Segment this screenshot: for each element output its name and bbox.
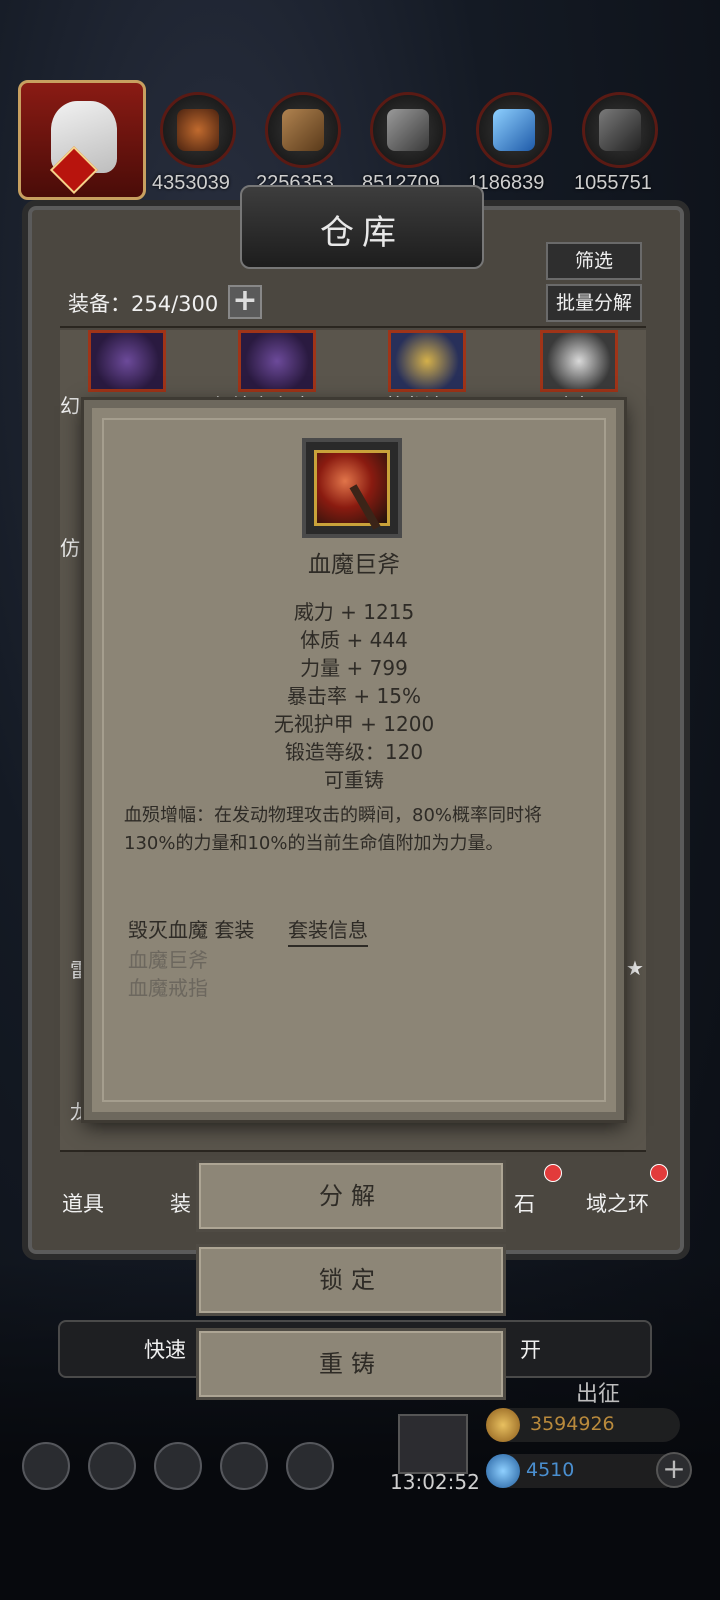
set-item: 血魔戒指	[128, 976, 208, 1000]
tab-stones[interactable]: 石	[514, 1188, 535, 1218]
star-menu-icon[interactable]	[88, 1442, 136, 1490]
resource-ore-icon[interactable]	[160, 92, 236, 168]
axe-icon	[314, 450, 390, 530]
item-stat: 可重铸	[324, 768, 384, 792]
resource-ore-count: 4353039	[152, 172, 230, 194]
tab-equipment[interactable]: 装	[170, 1188, 191, 1218]
mail-icon[interactable]	[220, 1442, 268, 1490]
leave-button[interactable]: 开	[520, 1334, 541, 1364]
star-icon: ★	[626, 956, 644, 980]
tab-items[interactable]: 道具	[62, 1188, 104, 1218]
batch-decompose-button[interactable]: 批量分解	[546, 284, 642, 322]
expand-capacity-button[interactable]: +	[228, 285, 262, 319]
clock-time: 13:02:52	[390, 1470, 480, 1494]
item-stat: 无视护甲 + 1200	[273, 712, 435, 736]
item-slot[interactable]	[88, 330, 166, 392]
item-slot[interactable]	[388, 330, 466, 392]
resource-crystal-icon[interactable]	[476, 92, 552, 168]
item-slot[interactable]	[238, 330, 316, 392]
blue-gem-icon	[486, 1454, 520, 1488]
item-stat: 锻造等级：120	[284, 740, 424, 764]
divider	[60, 326, 646, 328]
gem-amount: 4510	[526, 1459, 575, 1481]
divider	[60, 1150, 646, 1152]
item-description: 血殒增幅：在发动物理攻击的瞬间，80%概率同时将130%的力量和10%的当前生命…	[124, 805, 543, 854]
item-label: 幻	[60, 394, 80, 418]
settings-icon[interactable]	[22, 1442, 70, 1490]
lock-button[interactable]: 锁定	[196, 1244, 506, 1316]
guild-icon[interactable]	[154, 1442, 202, 1490]
set-info-link[interactable]: 套装信息	[288, 914, 368, 947]
resource-wood-icon[interactable]	[265, 92, 341, 168]
tab-domain-ring[interactable]: 域之环	[586, 1188, 649, 1218]
notification-dot	[544, 1164, 562, 1182]
set-item: 血魔巨斧	[128, 948, 208, 972]
item-stat: 威力 + 1215	[293, 600, 415, 624]
equip-capacity: 装备：254/300	[68, 292, 219, 316]
expedition-label[interactable]: 出征	[576, 1376, 620, 1408]
item-stat: 体质 + 444	[300, 628, 408, 652]
item-stat: 暴击率 + 15%	[287, 684, 421, 708]
reforge-button[interactable]: 重铸	[196, 1328, 506, 1400]
add-currency-button[interactable]: +	[656, 1452, 692, 1488]
item-stat: 力量 + 799	[300, 656, 408, 680]
player-avatar[interactable]	[18, 80, 146, 200]
item-label: 仿	[60, 536, 80, 560]
warehouse-title: 仓库	[320, 213, 404, 253]
item-name: 血魔巨斧	[308, 552, 400, 578]
item-icon-frame	[302, 438, 402, 538]
set-name: 毁灭血魔 套装	[128, 918, 255, 942]
resource-steel-count: 1055751	[574, 172, 652, 194]
decompose-button[interactable]: 分解	[196, 1160, 506, 1232]
filter-button[interactable]: 筛选	[546, 242, 642, 280]
gift-icon[interactable]	[398, 1414, 468, 1474]
resource-iron-icon[interactable]	[370, 92, 446, 168]
gold-coin-icon	[486, 1408, 520, 1442]
handshake-icon[interactable]	[286, 1442, 334, 1490]
quick-button[interactable]: 快速	[144, 1334, 186, 1364]
item-slot[interactable]	[540, 330, 618, 392]
title-plate: 仓库	[240, 185, 484, 269]
notification-dot	[650, 1164, 668, 1182]
resource-steel-icon[interactable]	[582, 92, 658, 168]
gold-amount: 3594926	[530, 1413, 615, 1435]
